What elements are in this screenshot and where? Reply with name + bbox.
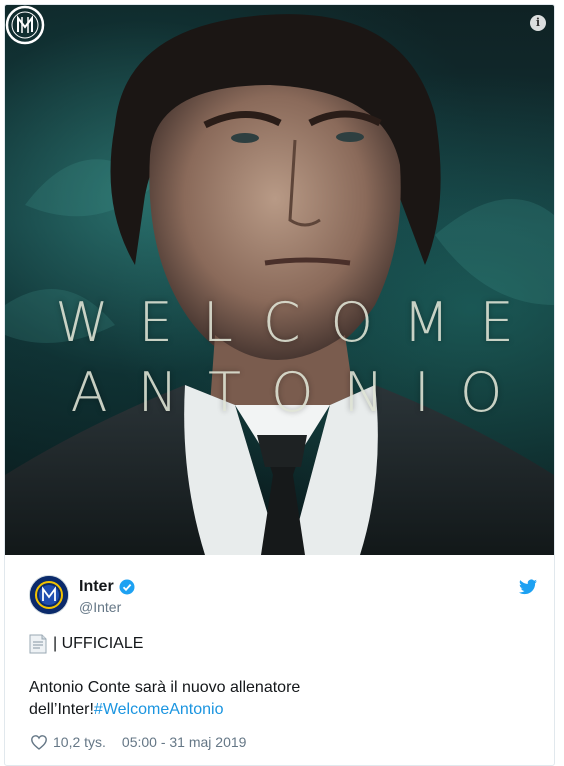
heart-icon[interactable] [31, 734, 47, 750]
tweet-text-club: dell’Inter! [29, 701, 94, 718]
document-emoji-icon [29, 634, 47, 654]
tweet-line-official: | UFFICIALE [29, 633, 539, 655]
tweet-image[interactable]: i WELCOME ANTONIO [5, 5, 554, 555]
hero-title-line2: ANTONIO [70, 361, 533, 424]
tweet-card[interactable]: i WELCOME ANTONIO Inter @Inter | UFFICIA… [4, 4, 555, 766]
tweet-line-announcement: Antonio Conte sarà il nuovo allenatore d… [29, 677, 539, 721]
tweet-body: | UFFICIALE Antonio Conte sarà il nuovo … [29, 633, 539, 721]
like-count[interactable]: 10,2 tys. [53, 734, 106, 750]
inter-logo-icon [5, 5, 45, 45]
user-handle[interactable]: @Inter [79, 599, 121, 615]
portrait-illustration [5, 14, 554, 555]
hashtag-link[interactable]: #WelcomeAntonio [94, 701, 224, 718]
inter-logo-icon [30, 576, 68, 614]
info-icon[interactable]: i [530, 15, 546, 31]
tweet-text-announcement: Antonio Conte sarà il nuovo allenatore [29, 679, 301, 696]
name-row: Inter [79, 578, 135, 596]
avatar[interactable] [29, 575, 69, 615]
hero-title-line1: WELCOME [55, 291, 544, 354]
display-name[interactable]: Inter [79, 578, 114, 596]
verified-badge-icon [119, 579, 135, 595]
twitter-bird-icon[interactable] [519, 579, 537, 595]
tweet-timestamp[interactable]: 05:00 - 31 maj 2019 [122, 734, 247, 750]
tweet-text-official: | UFFICIALE [53, 635, 144, 652]
tweet-meta: 10,2 tys. 05:00 - 31 maj 2019 [31, 734, 246, 750]
tweet-header: Inter @Inter [29, 575, 539, 617]
